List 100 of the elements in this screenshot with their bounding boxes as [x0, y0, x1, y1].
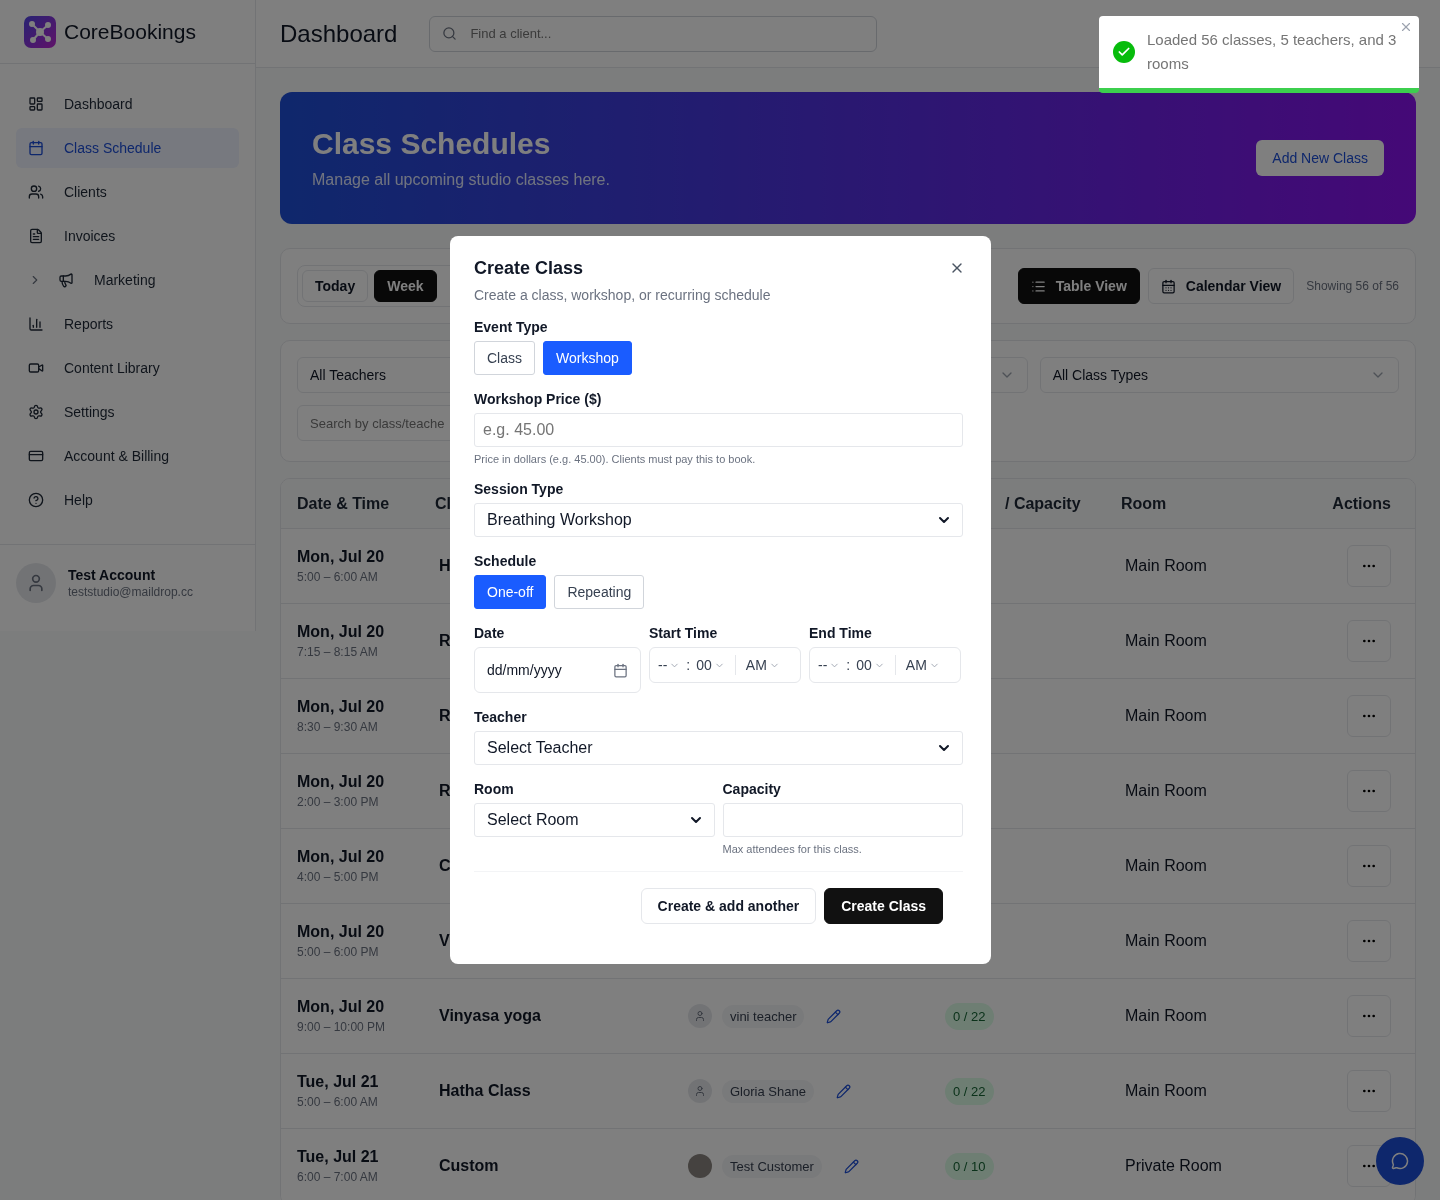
- nav-item[interactable]: Clients: [16, 172, 239, 212]
- field-label: Capacity: [722, 781, 782, 797]
- column-header: Actions: [1332, 494, 1391, 513]
- period-select[interactable]: AM: [745, 657, 780, 673]
- nav-item[interactable]: Content Library: [16, 348, 239, 388]
- edit-icon[interactable]: [835, 1083, 851, 1099]
- create-another-button[interactable]: Create & add another: [640, 888, 817, 924]
- class-date: Mon, Jul 20: [297, 923, 385, 941]
- room-name: Main Room: [1125, 557, 1207, 575]
- dialog-title: Create Class: [474, 258, 584, 279]
- enrollment-count: 0 / 10: [945, 1152, 994, 1180]
- field-label: Start Time: [649, 625, 719, 641]
- class-date: Mon, Jul 20: [297, 548, 385, 566]
- hour-select[interactable]: --: [818, 657, 841, 673]
- page-title: Dashboard: [280, 19, 398, 48]
- class-name: Custom: [439, 1157, 499, 1175]
- hour-select[interactable]: --: [658, 657, 681, 673]
- banner-title: Class Schedules: [312, 127, 552, 161]
- field-label: Session Type: [474, 481, 565, 497]
- room-select[interactable]: Select Room: [474, 803, 715, 837]
- video-icon: [28, 360, 44, 376]
- calendar-icon: [1160, 278, 1176, 294]
- teacher-name: vini teacher: [722, 1004, 805, 1028]
- bar-chart-icon: [28, 316, 44, 332]
- create-button[interactable]: Create Class: [824, 888, 943, 924]
- room-name: Main Room: [1125, 632, 1207, 650]
- teacher-select[interactable]: Select Teacher: [474, 731, 963, 765]
- calendar-icon: [613, 662, 628, 678]
- room-name: Main Room: [1125, 707, 1207, 725]
- add-class-button[interactable]: Add New Class: [1256, 140, 1384, 176]
- nav-item[interactable]: Settings: [16, 392, 239, 432]
- nav-item[interactable]: Marketing: [16, 260, 239, 300]
- event-type-option[interactable]: Workshop: [543, 341, 632, 375]
- nav-item[interactable]: Class Schedule: [16, 128, 239, 168]
- event-type-option[interactable]: Class: [474, 341, 535, 375]
- column-header: / Capacity: [1005, 494, 1081, 513]
- field-hint: Max attendees for this class.: [722, 843, 863, 855]
- list-icon: [1030, 278, 1046, 294]
- field-label: Workshop Price ($): [474, 391, 603, 407]
- calendar-icon: [28, 140, 44, 156]
- settings-icon: [28, 404, 44, 420]
- room-name: Main Room: [1125, 857, 1207, 875]
- user-email: teststudio@maildrop.cc: [68, 585, 193, 599]
- nav-item[interactable]: Dashboard: [16, 84, 239, 124]
- class-time: 5:00 – 6:00 AM: [297, 570, 379, 584]
- class-time: 8:30 – 9:30 AM: [297, 720, 379, 734]
- field-label: Teacher: [474, 709, 528, 725]
- end-time-field[interactable]: -- : 00 AM: [809, 647, 961, 683]
- class-name: R: [439, 632, 451, 650]
- minute-select[interactable]: 00: [696, 657, 725, 673]
- view-button[interactable]: Calendar View: [1147, 268, 1295, 304]
- class-date: Tue, Jul 21: [297, 1148, 379, 1166]
- dialog-subtitle: Create a class, workshop, or recurring schedule: [474, 287, 772, 303]
- class-name: R: [439, 707, 451, 725]
- class-time: 5:00 – 6:00 PM: [297, 945, 380, 959]
- class-date: Tue, Jul 21: [297, 1073, 379, 1091]
- session-type-select[interactable]: Breathing Workshop: [474, 503, 963, 537]
- toast-message: Loaded 56 classes, 5 teachers, and 3 rooms: [1147, 30, 1398, 74]
- class-time: 6:00 – 7:00 AM: [297, 1170, 379, 1184]
- enrollment-count: 0 / 22: [945, 1077, 994, 1105]
- grid-icon: [28, 96, 44, 112]
- credit-card-icon: [28, 448, 44, 464]
- period-select[interactable]: AM: [905, 657, 940, 673]
- logo-icon: [24, 15, 56, 48]
- edit-icon[interactable]: [843, 1158, 859, 1174]
- price-field[interactable]: e.g. 45.00: [474, 413, 963, 447]
- class-name: R: [439, 782, 451, 800]
- column-header: Cl: [435, 494, 451, 513]
- nav-item[interactable]: Reports: [16, 304, 239, 344]
- room-name: Main Room: [1125, 932, 1207, 950]
- schedule-option[interactable]: One-off: [474, 575, 547, 609]
- start-time-field[interactable]: -- : 00 AM: [649, 647, 801, 683]
- edit-icon[interactable]: [826, 1008, 842, 1024]
- megaphone-icon: [58, 272, 74, 288]
- schedule-option[interactable]: Repeating: [554, 575, 645, 609]
- nav-item[interactable]: Account & Billing: [16, 436, 239, 476]
- users-icon: [28, 184, 44, 200]
- range-button[interactable]: Week: [374, 270, 437, 302]
- nav-item[interactable]: Invoices: [16, 216, 239, 256]
- user-avatar: [16, 563, 56, 603]
- minute-select[interactable]: 00: [856, 657, 885, 673]
- class-time: 9:00 – 10:00 PM: [297, 1020, 386, 1034]
- enrollment-count: 0 / 22: [945, 1002, 994, 1030]
- client-search-field[interactable]: Find a client...: [429, 15, 878, 52]
- nav-item[interactable]: Help: [16, 480, 239, 520]
- class-date: Mon, Jul 20: [297, 773, 385, 791]
- field-hint: Price in dollars (e.g. 45.00). Clients must pay this to book.: [474, 453, 757, 465]
- class-time: 7:15 – 8:15 AM: [297, 645, 379, 659]
- class-type-select[interactable]: All Class Types: [1039, 357, 1399, 393]
- column-header: Room: [1121, 494, 1167, 513]
- date-field[interactable]: dd/mm/yyyy: [474, 647, 641, 693]
- class-name: Hatha Class: [439, 1082, 531, 1100]
- field-label: Room: [474, 781, 515, 797]
- field-label: Event Type: [474, 319, 549, 335]
- column-header: Date & Time: [297, 494, 390, 513]
- view-button[interactable]: Table View: [1017, 268, 1140, 304]
- class-name: V: [439, 932, 450, 950]
- capacity-field[interactable]: [722, 803, 963, 837]
- help-icon: [28, 492, 44, 508]
- range-button[interactable]: Today: [302, 270, 369, 302]
